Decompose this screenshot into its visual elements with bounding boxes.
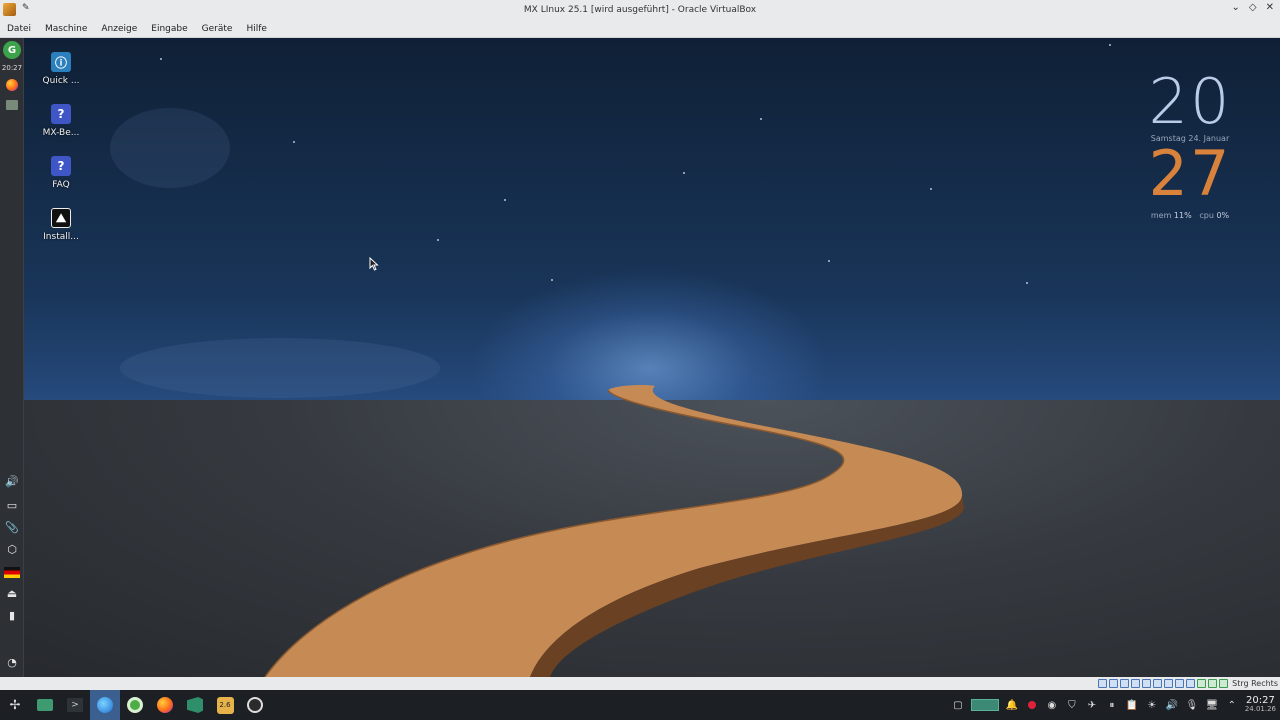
usb-status-icon[interactable] — [1142, 679, 1152, 688]
firefox-icon[interactable] — [3, 76, 21, 94]
desktop-icon-mx-help[interactable]: ? MX-Be... — [36, 104, 86, 138]
mx-start-menu-icon[interactable]: G — [3, 41, 21, 59]
desktop-show-icon[interactable]: ▢ — [951, 698, 965, 712]
recording-status-icon[interactable] — [1175, 679, 1185, 688]
conky-mem-value: 11% — [1173, 211, 1192, 220]
record-indicator-icon[interactable] — [1025, 698, 1039, 712]
vpn-shield-icon[interactable]: ⛉ — [1065, 698, 1079, 712]
pin-icon[interactable]: ✎ — [22, 3, 30, 13]
mouse-pointer-icon — [369, 257, 379, 271]
conky-hour: 20 — [1148, 65, 1232, 138]
host-taskbar: ✢ > 2.6 ▢ 🔔 ◉ ⛉ ✈ ⏸ 📋 ☀ 🔊 🎙 🖥 ⌃ 20:27 24… — [0, 690, 1280, 720]
close-icon[interactable]: ✕ — [1266, 2, 1274, 13]
conky-cpu-value: 0% — [1216, 211, 1230, 220]
microphone-icon[interactable]: 🎙 — [1185, 698, 1199, 712]
vt-status-icon[interactable] — [1197, 679, 1207, 688]
conky-mem-label: mem — [1150, 211, 1172, 220]
keyboard-capture-status-icon[interactable] — [1219, 679, 1229, 688]
dashboard-icon[interactable]: ◔ — [3, 653, 21, 671]
guest-desktop[interactable]: ⓘ Quick ... ? MX-Be... ? FAQ ⛰ Install..… — [0, 38, 1280, 677]
desktop-icon-quick-info[interactable]: ⓘ Quick ... — [36, 52, 86, 86]
vb-status-bar: Strg Rechts — [0, 677, 1280, 690]
menu-bar: Datei Maschine Anzeige Eingabe Geräte Hi… — [0, 20, 1280, 38]
package-icon[interactable]: ⬡ — [3, 540, 21, 558]
window-title: MX LInux 25.1 [wird ausgeführt] - Oracle… — [523, 5, 757, 15]
brightness-icon[interactable]: ☀ — [1145, 698, 1159, 712]
panel-clock: 20:27 — [1, 64, 23, 72]
network-status-icon[interactable] — [1131, 679, 1141, 688]
desktop-icon-label: Quick ... — [42, 76, 80, 86]
quick-info-icon: ⓘ — [51, 52, 71, 72]
obs-icon[interactable] — [240, 690, 270, 720]
conky-clock-widget: 20 Samstag 24. Januar 27 mem 11% cpu 0% — [1140, 65, 1240, 221]
taskbar-date: 24.01.26 — [1244, 705, 1276, 713]
clip-icon[interactable]: 📎 — [3, 518, 21, 536]
desktop-icon-label: FAQ — [52, 180, 70, 190]
keyboard-layout-de-icon[interactable] — [3, 563, 21, 581]
help-icon: ? — [51, 104, 71, 124]
telegram-icon[interactable]: ✈ — [1085, 698, 1099, 712]
taskbar-clock[interactable]: 20:27 24.01.26 — [1245, 696, 1276, 714]
display-status-icon[interactable] — [1164, 679, 1174, 688]
menu-maschine[interactable]: Maschine — [38, 24, 94, 34]
virtualbox-task-icon[interactable]: 2.6 — [210, 690, 240, 720]
desktop-icon-faq[interactable]: ? FAQ — [36, 156, 86, 190]
clipboard-icon[interactable]: 📋 — [1125, 698, 1139, 712]
menu-anzeige[interactable]: Anzeige — [94, 24, 144, 34]
virtualbox-badge: 2.6 — [216, 696, 234, 714]
display-icon[interactable]: ▭ — [3, 496, 21, 514]
desktop-icon-installer[interactable]: ⛰ Install... — [36, 208, 86, 242]
help-icon: ? — [51, 156, 71, 176]
mx-left-panel: G 20:27 🔊 ▭ 📎 ⬡ ⏏ ▮ ◔ — [0, 38, 24, 677]
browser-icon[interactable] — [90, 690, 120, 720]
desktop-icon-label: Install... — [43, 232, 79, 242]
system-monitor-widget[interactable] — [970, 699, 999, 711]
hdd-status-icon[interactable] — [1098, 679, 1108, 688]
volume-icon[interactable]: 🔊 — [3, 472, 21, 490]
obs-tray-icon[interactable]: ◉ — [1045, 698, 1059, 712]
green-app-icon[interactable] — [120, 690, 150, 720]
optical-status-icon[interactable] — [1109, 679, 1119, 688]
file-manager-icon[interactable] — [3, 96, 21, 114]
host-key-label: Strg Rechts — [1232, 679, 1278, 688]
volume-icon[interactable]: 🔊 — [1165, 698, 1179, 712]
window-titlebar: ✎ MX LInux 25.1 [wird ausgeführt] - Orac… — [0, 0, 1280, 20]
desktop-icon-label: MX-Be... — [42, 128, 80, 138]
menu-geraete[interactable]: Geräte — [195, 24, 240, 34]
file-manager-icon[interactable] — [30, 690, 60, 720]
network-icon[interactable]: 🖥 — [1205, 698, 1219, 712]
conky-stats: mem 11% cpu 0% — [1140, 211, 1240, 220]
shared-folder-status-icon[interactable] — [1153, 679, 1163, 688]
media-pause-icon[interactable]: ⏸ — [1105, 698, 1119, 712]
cpu-status-icon[interactable] — [1186, 679, 1196, 688]
conky-cpu-label: cpu — [1199, 211, 1214, 220]
maximize-icon[interactable]: ◇ — [1249, 2, 1257, 13]
taskbar-time: 20:27 — [1246, 695, 1275, 706]
app-launcher-icon[interactable]: ✢ — [0, 690, 30, 720]
minimize-icon[interactable]: ⌄ — [1232, 2, 1240, 13]
tray-expand-icon[interactable]: ⌃ — [1225, 698, 1239, 712]
virtualbox-app-icon[interactable] — [3, 3, 16, 16]
mouse-integration-status-icon[interactable] — [1208, 679, 1218, 688]
menu-hilfe[interactable]: Hilfe — [239, 24, 273, 34]
conky-minute: 27 — [1148, 137, 1232, 210]
vscodium-icon[interactable] — [180, 690, 210, 720]
menu-eingabe[interactable]: Eingabe — [144, 24, 194, 34]
eject-icon[interactable]: ⏏ — [3, 584, 21, 602]
installer-icon: ⛰ — [51, 208, 71, 228]
system-tray: ▢ 🔔 ◉ ⛉ ✈ ⏸ 📋 ☀ 🔊 🎙 🖥 ⌃ 20:27 24.01.26 — [951, 696, 1280, 714]
window-controls: ⌄ ◇ ✕ — [1232, 2, 1274, 13]
menu-datei[interactable]: Datei — [0, 24, 38, 34]
battery-icon[interactable]: ▮ — [3, 606, 21, 624]
notification-icon[interactable]: 🔔 — [1005, 698, 1019, 712]
terminal-icon[interactable]: > — [60, 690, 90, 720]
audio-status-icon[interactable] — [1120, 679, 1130, 688]
firefox-icon[interactable] — [150, 690, 180, 720]
wallpaper-road — [264, 385, 964, 677]
